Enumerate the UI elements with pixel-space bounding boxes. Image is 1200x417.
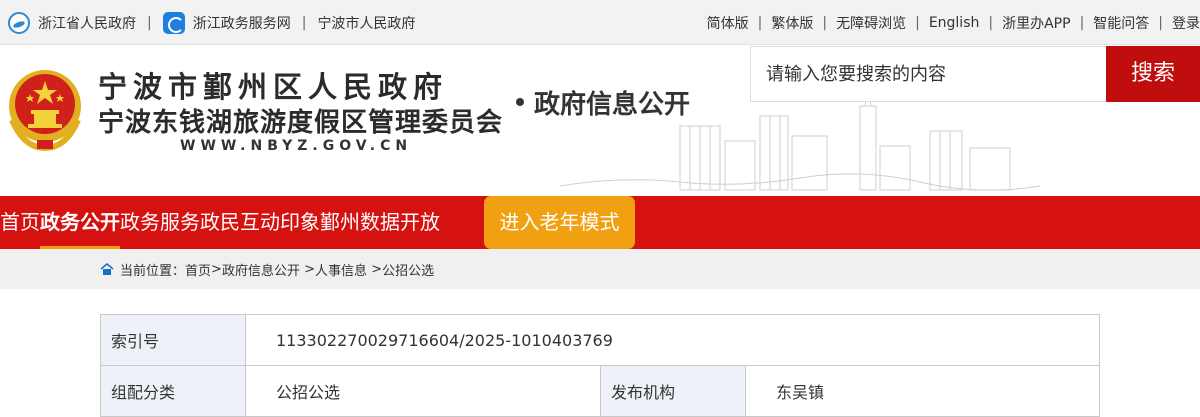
nav-item-home[interactable]: 首页 [0, 196, 40, 249]
english-link[interactable]: English [929, 15, 980, 31]
breadcrumb-personnel[interactable]: 人事信息 [315, 260, 367, 279]
breadcrumb-gov-info[interactable]: 政府信息公开 [222, 260, 300, 279]
table-row: 组配分类 公招公选 发布机构 东吴镇 [100, 365, 1100, 417]
section-subtitle: 政府信息公开 [534, 90, 691, 120]
top-left-links: 浙江省人民政府 | 浙江政务服务网 | 宁波市人民政府 [8, 0, 415, 45]
breadcrumb-home[interactable]: 首页 [185, 260, 211, 279]
top-right-links: 简体版 | 繁体版 | 无障碍浏览 | English | 浙里办APP | 智… [707, 0, 1200, 45]
simplified-link[interactable]: 简体版 [707, 13, 749, 33]
zhejiang-gov-icon [8, 11, 30, 34]
separator: | [757, 14, 763, 31]
breadcrumb-separator: > [211, 261, 222, 277]
zjzwfw-icon [162, 11, 185, 34]
zjzwfw-link[interactable]: 浙江政务服务网 [162, 11, 291, 34]
nav-item-gov-affairs-open[interactable]: 政务公开 [40, 196, 120, 249]
elder-mode-button[interactable]: 进入老年模式 [484, 196, 635, 249]
breadcrumb: 当前位置： 首页 > 政府信息公开 > 人事信息 > 公招公选 [100, 249, 434, 289]
top-utility-bar: 浙江省人民政府 | 浙江政务服务网 | 宁波市人民政府 简体版 | 繁体版 | … [0, 0, 1200, 45]
separator: | [301, 14, 307, 31]
accessibility-link[interactable]: 无障碍浏览 [836, 13, 906, 33]
table-row: 索引号 113302270029716604/2025-1010403769 [100, 314, 1100, 366]
nav-item-interaction[interactable]: 政民互动 [200, 196, 280, 249]
breadcrumb-recruitment[interactable]: 公招公选 [382, 260, 434, 279]
publisher-value: 东吴镇 [745, 365, 1100, 417]
document-info-table: 索引号 113302270029716604/2025-1010403769 组… [100, 314, 1100, 417]
search-input[interactable] [750, 46, 1107, 102]
separator: | [822, 14, 828, 31]
index-number-value: 113302270029716604/2025-1010403769 [245, 314, 1100, 366]
gov-title-line1: 宁波市鄞州区人民政府 [98, 70, 449, 104]
bullet-dot [516, 98, 524, 106]
national-emblem-logo [9, 70, 81, 152]
category-label: 组配分类 [100, 365, 246, 417]
site-domain: WWW.NBYZ.GOV.CN [180, 138, 413, 154]
breadcrumb-separator: > [371, 261, 383, 277]
nav-item-open-data[interactable]: 数据开放 [360, 196, 440, 249]
zhejiang-gov-link[interactable]: 浙江省人民政府 [8, 11, 136, 34]
index-number-label: 索引号 [100, 314, 246, 366]
zhejiang-gov-label: 浙江省人民政府 [38, 15, 136, 32]
home-icon [100, 263, 114, 275]
gov-title-line2: 宁波东钱湖旅游度假区管理委员会 [98, 108, 504, 138]
login-link[interactable]: 登录 [1172, 13, 1200, 33]
zlb-app-link[interactable]: 浙里办APP [1002, 13, 1070, 33]
separator: | [988, 14, 994, 31]
zjzwfw-label: 浙江政务服务网 [192, 15, 291, 32]
nav-item-gov-services[interactable]: 政务服务 [120, 196, 200, 249]
main-nav: 首页 政务公开 政务服务 政民互动 印象鄞州 数据开放 进入老年模式 [0, 196, 1200, 249]
nav-items: 首页 政务公开 政务服务 政民互动 印象鄞州 数据开放 [0, 196, 440, 249]
smart-qa-link[interactable]: 智能问答 [1093, 13, 1149, 33]
breadcrumb-bar: 当前位置： 首页 > 政府信息公开 > 人事信息 > 公招公选 [0, 249, 1200, 289]
separator: | [1158, 14, 1163, 31]
separator: | [147, 14, 152, 31]
nav-item-impression[interactable]: 印象鄞州 [280, 196, 360, 249]
ningbo-gov-link[interactable]: 宁波市人民政府 [317, 13, 415, 33]
search-button[interactable]: 搜索 [1106, 46, 1200, 102]
breadcrumb-prefix: 当前位置： [120, 263, 186, 279]
separator: | [915, 14, 920, 31]
breadcrumb-separator: > [304, 261, 315, 277]
separator: | [1079, 14, 1085, 31]
publisher-label: 发布机构 [600, 365, 746, 417]
traditional-link[interactable]: 繁体版 [771, 13, 813, 33]
category-value: 公招公选 [245, 365, 601, 417]
site-header: 宁波市鄞州区人民政府 宁波东钱湖旅游度假区管理委员会 WWW.NBYZ.GOV.… [0, 46, 1200, 196]
